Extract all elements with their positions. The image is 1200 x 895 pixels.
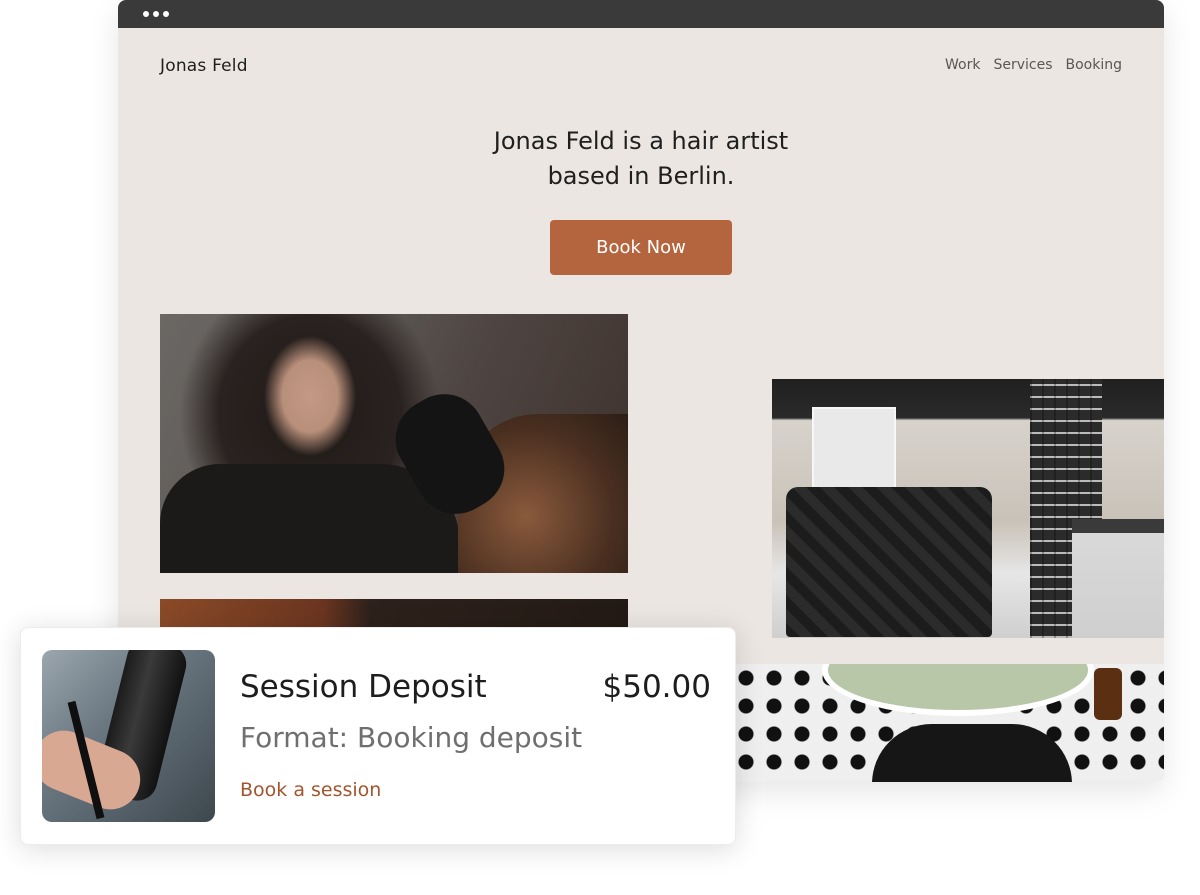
photo-detail	[786, 487, 992, 637]
product-price: $50.00	[602, 669, 711, 705]
nav-item-services[interactable]: Services	[993, 57, 1052, 73]
gallery-photo-salon-interior[interactable]	[772, 379, 1164, 638]
photo-detail	[822, 664, 1094, 716]
photo-detail	[1094, 668, 1122, 720]
nav-item-work[interactable]: Work	[945, 57, 980, 73]
product-thumbnail	[42, 650, 215, 822]
book-now-button[interactable]: Book Now	[550, 220, 732, 275]
photo-detail	[1072, 519, 1164, 638]
photo-detail	[872, 724, 1072, 782]
product-title: Session Deposit	[240, 669, 487, 705]
main-nav: Work Services Booking	[945, 57, 1122, 73]
book-session-link[interactable]: Book a session	[240, 779, 381, 801]
hero-line-2: based in Berlin.	[547, 162, 735, 190]
gallery-photo-salon-station[interactable]	[732, 664, 1164, 782]
hero-line-1: Jonas Feld is a hair artist	[493, 127, 789, 155]
nav-item-booking[interactable]: Booking	[1066, 57, 1123, 73]
window-dot-icon	[143, 11, 149, 17]
browser-titlebar	[118, 0, 1164, 28]
window-dot-icon	[153, 11, 159, 17]
product-card[interactable]: Session Deposit $50.00 Format: Booking d…	[20, 627, 736, 845]
product-format: Format: Booking deposit	[240, 721, 583, 754]
gallery-photo-stylist[interactable]	[160, 314, 628, 573]
hero-headline: Jonas Feld is a hair artist based in Ber…	[118, 124, 1164, 194]
site-logo[interactable]: Jonas Feld	[160, 56, 248, 76]
window-dot-icon	[163, 11, 169, 17]
